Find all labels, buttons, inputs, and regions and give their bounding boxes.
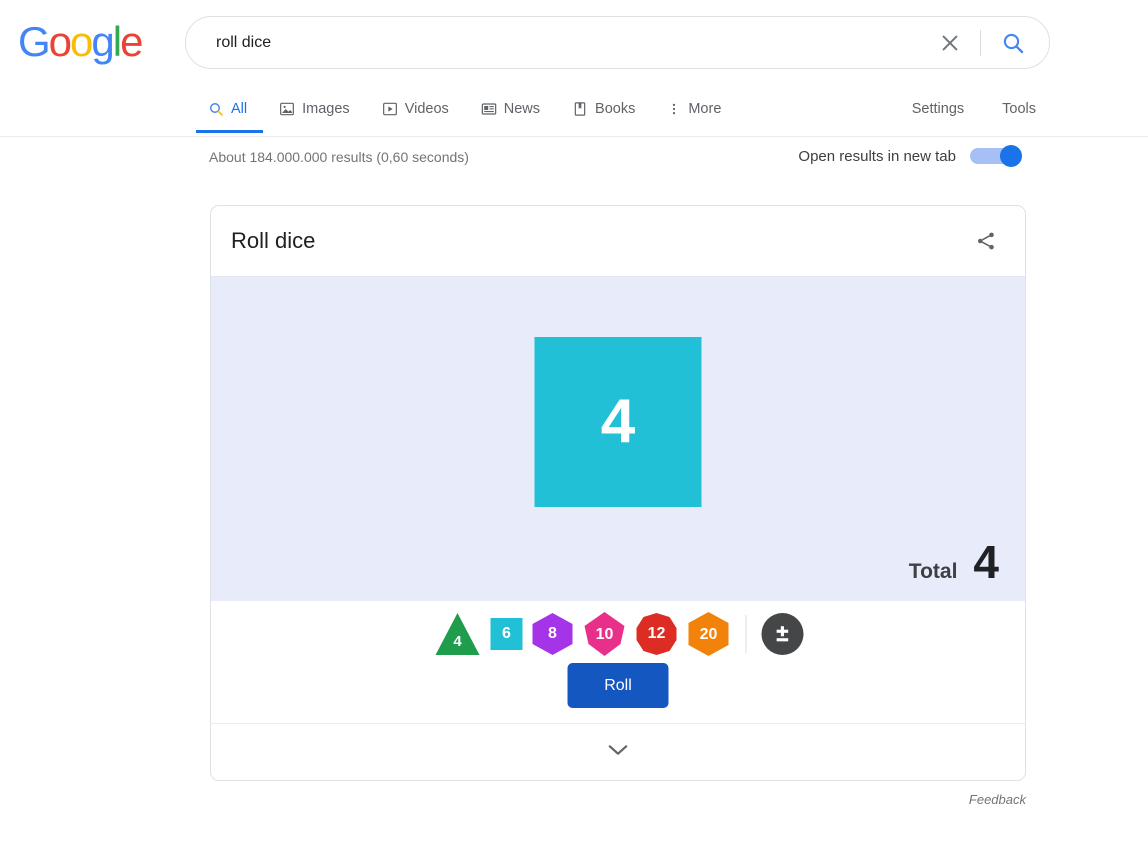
- tab-label: News: [504, 101, 540, 117]
- tab-videos[interactable]: Videos: [366, 85, 465, 133]
- dice-option-d4[interactable]: 4: [433, 610, 483, 658]
- tab-label: All: [231, 101, 247, 117]
- open-in-new-tab-label: Open results in new tab: [798, 148, 956, 165]
- chevron-down-icon: [607, 743, 629, 762]
- tab-label: Videos: [405, 101, 449, 117]
- feedback-link-wrap: Feedback: [210, 792, 1026, 807]
- dice-option-d8[interactable]: 8: [531, 612, 575, 656]
- dice-option-d10[interactable]: 10: [583, 612, 627, 656]
- open-in-new-tab-control[interactable]: Open results in new tab: [798, 145, 1022, 167]
- tab-label: More: [688, 101, 721, 117]
- picker-divider: [746, 615, 747, 653]
- widget-header: Roll dice: [211, 206, 1025, 276]
- expand-widget-button[interactable]: [211, 723, 1025, 780]
- roll-button[interactable]: Roll: [568, 663, 669, 708]
- video-play-icon: [382, 101, 398, 117]
- tab-images[interactable]: Images: [263, 85, 366, 133]
- book-icon: [572, 101, 588, 117]
- plus-minus-button[interactable]: [762, 613, 804, 655]
- result-stats: About 184.000.000 results (0,60 seconds): [209, 149, 469, 165]
- search-icon[interactable]: [989, 21, 1037, 65]
- close-icon[interactable]: [928, 21, 972, 65]
- nav-right-links: Settings Tools: [898, 85, 1050, 133]
- results-info-row: About 184.000.000 results (0,60 seconds)…: [0, 137, 1148, 183]
- search-icon: [208, 101, 224, 117]
- total-display: Total 4: [909, 539, 999, 585]
- die-value: 4: [601, 391, 635, 453]
- tab-all[interactable]: All: [196, 85, 263, 133]
- rolled-die[interactable]: 4: [535, 337, 702, 507]
- tab-news[interactable]: News: [465, 85, 556, 133]
- dice-widget-card: Roll dice 4 Total 4 4: [210, 205, 1026, 781]
- tab-label: Images: [302, 101, 350, 117]
- search-divider: [980, 30, 981, 56]
- nav-tabs: All Images Videos: [196, 85, 737, 137]
- more-vertical-icon: [667, 101, 681, 117]
- dice-option-d12[interactable]: 12: [635, 612, 679, 656]
- dice-option-d6[interactable]: 6: [491, 618, 523, 650]
- tab-books[interactable]: Books: [556, 85, 651, 133]
- news-icon: [481, 101, 497, 117]
- dice-stage: 4 Total 4: [211, 276, 1025, 601]
- page-header: Google: [0, 0, 1148, 85]
- dice-type-picker: 4 6 8 10: [433, 610, 804, 658]
- toggle-knob: [1000, 145, 1022, 167]
- search-bar[interactable]: [185, 16, 1050, 69]
- total-value: 4: [973, 539, 999, 585]
- tab-label: Books: [595, 101, 635, 117]
- share-icon[interactable]: [969, 224, 1003, 258]
- image-icon: [279, 101, 295, 117]
- dice-option-d20[interactable]: 20: [687, 612, 731, 656]
- tab-more[interactable]: More: [651, 85, 737, 133]
- tools-link[interactable]: Tools: [988, 101, 1050, 117]
- google-logo[interactable]: Google: [18, 18, 141, 66]
- settings-link[interactable]: Settings: [898, 101, 978, 117]
- dice-controls: 4 6 8 10: [211, 601, 1025, 723]
- widget-title: Roll dice: [231, 228, 315, 254]
- total-label: Total: [909, 560, 958, 584]
- search-nav: All Images Videos: [0, 85, 1148, 137]
- open-in-new-tab-toggle[interactable]: [970, 145, 1022, 167]
- search-input[interactable]: [186, 34, 928, 52]
- feedback-link[interactable]: Feedback: [969, 792, 1026, 807]
